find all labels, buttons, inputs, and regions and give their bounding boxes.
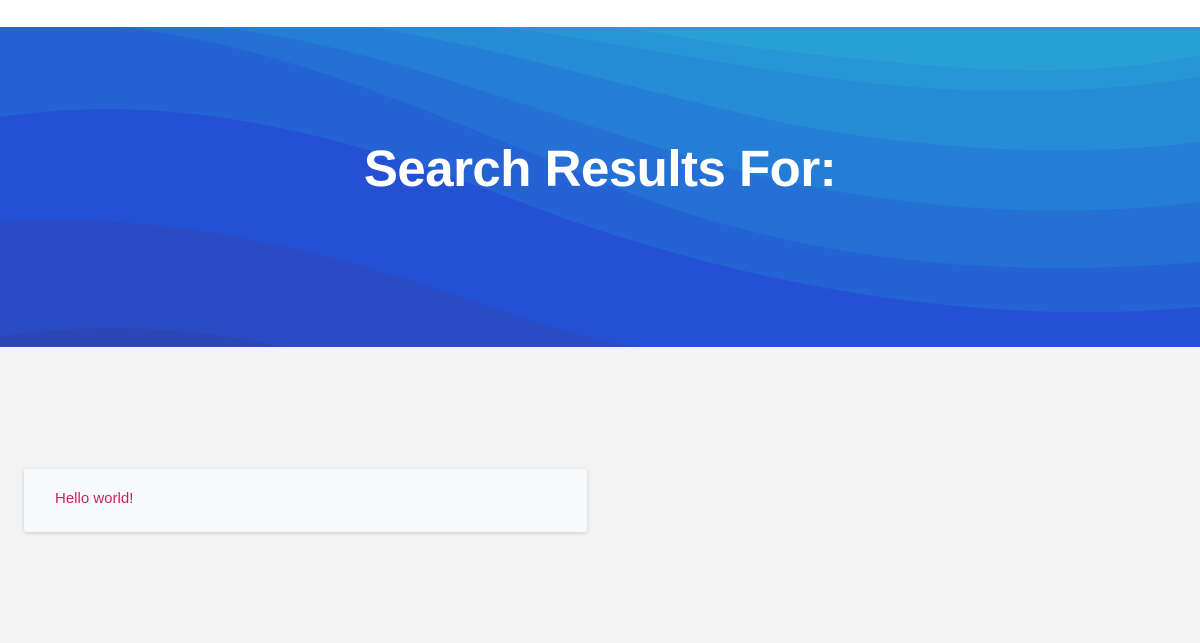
search-results-area: Hello world! [0, 347, 1200, 643]
search-header-banner: Search Results For: [0, 27, 1200, 347]
search-result-card: Hello world! [24, 469, 587, 532]
top-bar [0, 0, 1200, 27]
page-title: Search Results For: [363, 140, 837, 197]
search-result-link[interactable]: Hello world! [55, 489, 133, 509]
